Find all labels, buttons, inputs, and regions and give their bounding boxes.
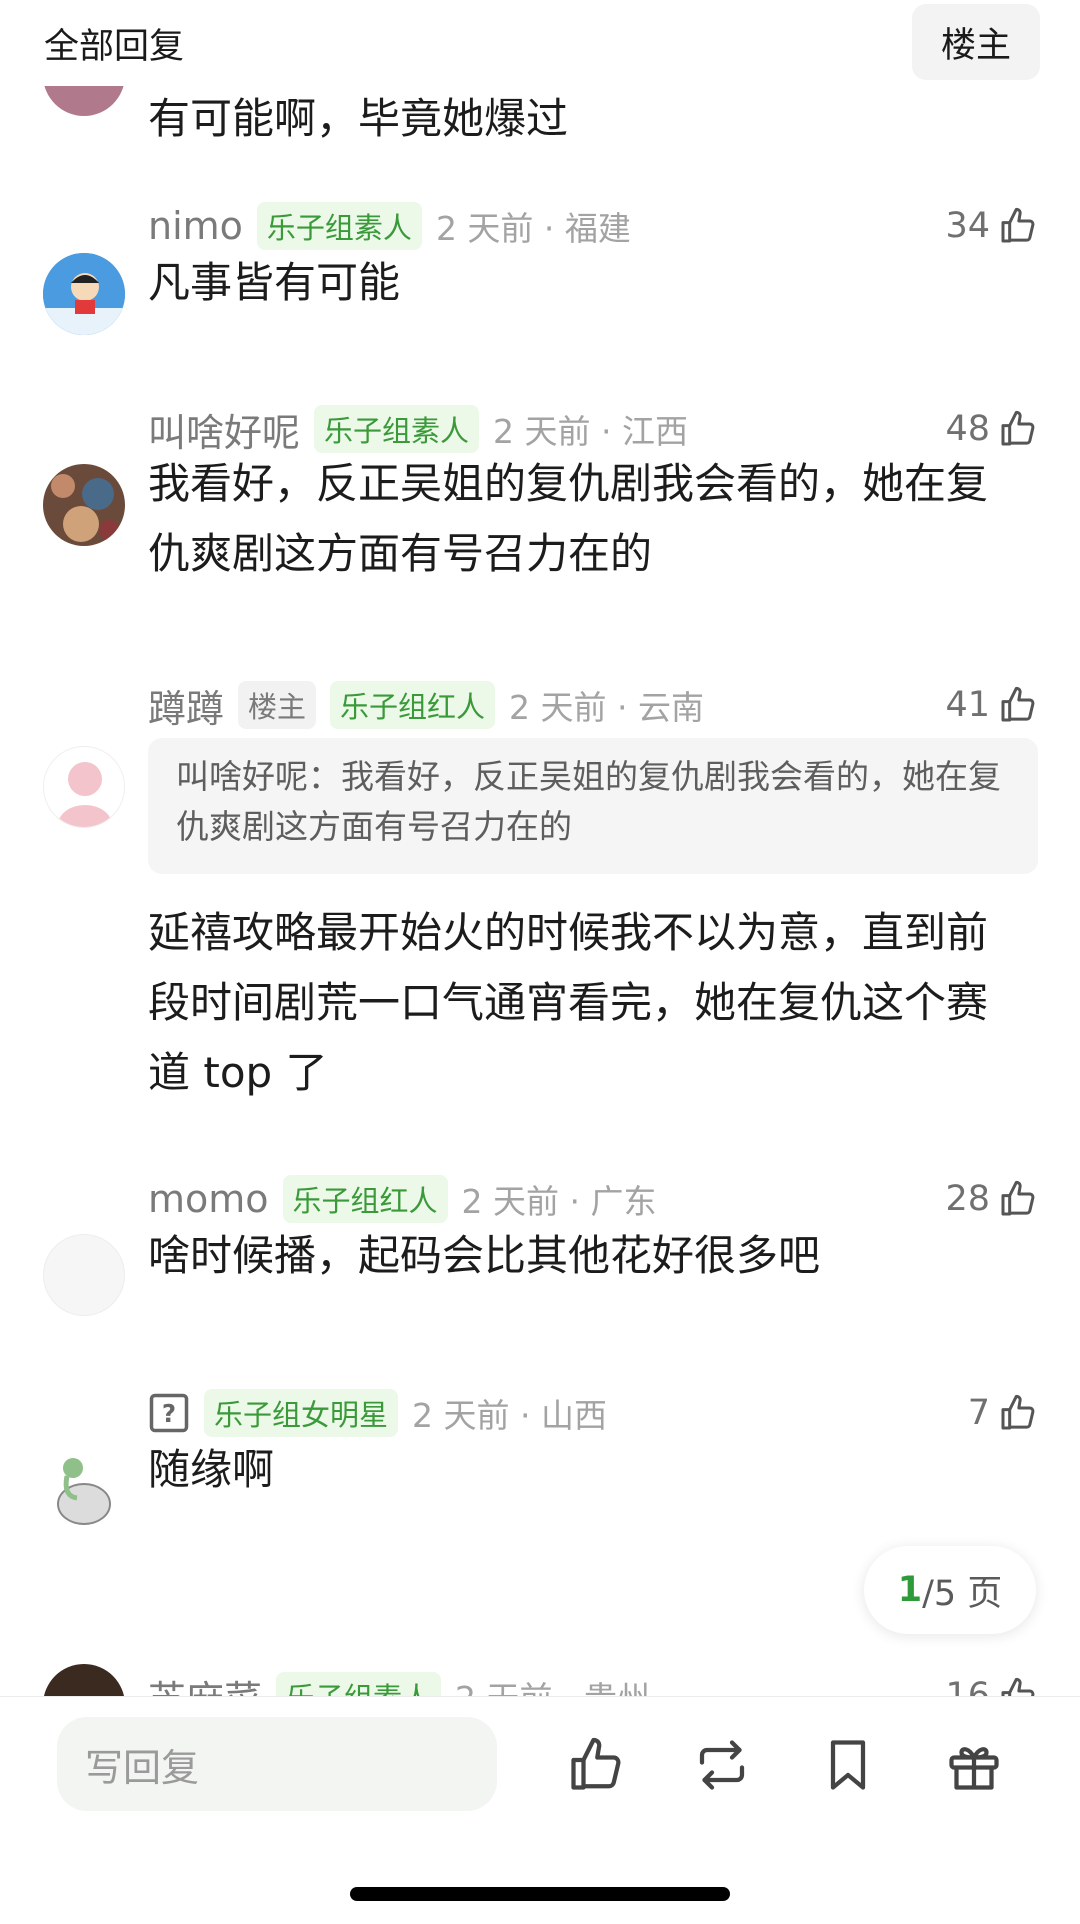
comment-meta: ? 乐子组女明星 2 天前 · 山西 [148,1383,607,1443]
comment-text: 随缘啊 [148,1445,275,1494]
thumbs-up-icon [1001,1394,1035,1430]
avatar[interactable] [43,1664,125,1696]
unknown-user-icon[interactable]: ? [148,1392,190,1434]
page-indicator[interactable]: 1/5 页 [864,1546,1036,1634]
like-button[interactable]: 16 [945,1666,1038,1696]
thumbs-up-icon [1001,410,1035,446]
like-count: 16 [945,1676,990,1696]
home-indicator [350,1887,730,1901]
timestamp: 2 天前 · 江西 [493,412,688,451]
comment-text: 我看好，反正吴姐的复仇剧我会看的，她在复仇爽剧这方面有号召力在的 [148,459,989,578]
comment-meta: 蹲蹲 楼主 乐子组红人 2 天前 · 云南 [148,675,704,735]
comment-text: 有可能啊，毕竟她爆过 [148,94,569,143]
gift-icon[interactable] [944,1735,1004,1795]
timestamp: 2 天前 · 云南 [509,688,705,727]
user-tag: 乐子组素人 [276,1672,442,1696]
bottom-action-bar: 写回复 [0,1696,1080,1924]
like-button[interactable]: 28 [945,1169,1038,1229]
thumbs-up-icon[interactable] [566,1735,626,1795]
avatar[interactable] [43,253,125,335]
reply-input[interactable]: 写回复 [57,1717,497,1811]
like-button[interactable]: 34 [945,196,1038,256]
user-tag: 乐子组女明星 [204,1389,399,1437]
avatar[interactable] [43,1446,125,1528]
username[interactable]: momo [148,1177,269,1221]
comment-text: 延禧攻略最开始火的时候我不以为意，直到前段时间剧荒一口气通宵看完，她在复仇这个赛… [148,908,989,1097]
like-button[interactable]: 41 [945,675,1038,735]
like-count: 34 [945,206,990,246]
like-count: 28 [945,1179,990,1219]
owner-badge: 楼主 [238,681,317,729]
like-count: 48 [945,409,990,449]
username[interactable]: nimo [148,204,243,248]
avatar[interactable] [43,86,125,116]
quoted-reply[interactable]: 叫啥好呢：我看好，反正吴姐的复仇剧我会看的，她在复仇爽剧这方面有号召力在的 [148,738,1038,874]
svg-text:?: ? [162,1399,176,1428]
username[interactable]: 蹲蹲 [148,678,224,733]
user-tag: 乐子组素人 [314,405,480,453]
username[interactable]: 芝麻菜 [148,1669,262,1697]
timestamp: 2 天前 · 福建 [435,209,631,248]
timestamp: 2 天前 · 贵州 [455,1672,650,1696]
like-count: 7 [967,1393,990,1433]
thumbs-up-icon [1001,1180,1035,1216]
current-page: 1 [897,1570,923,1610]
comment-meta: nimo 乐子组素人 2 天前 · 福建 [148,196,631,256]
repost-icon[interactable] [692,1735,752,1795]
user-tag: 乐子组红人 [282,1175,448,1223]
comment-text: 啥时候播，起码会比其他花好很多吧 [148,1231,821,1280]
timestamp: 2 天前 · 广东 [461,1182,657,1221]
user-tag: 乐子组红人 [330,681,496,729]
avatar[interactable] [43,746,125,828]
bookmark-icon[interactable] [818,1735,878,1795]
thumbs-up-icon [1001,207,1035,243]
thumbs-up-icon [1001,1677,1035,1696]
comment-text: 凡事皆有可能 [148,258,401,307]
timestamp: 2 天前 · 山西 [412,1396,607,1435]
thumbs-up-icon [1001,686,1035,722]
like-count: 41 [945,685,990,725]
comment-meta: momo 乐子组红人 2 天前 · 广东 [148,1169,657,1229]
avatar[interactable] [43,464,125,546]
user-tag: 乐子组素人 [256,202,422,250]
like-button[interactable]: 7 [968,1383,1038,1443]
total-pages: /5 页 [922,1573,1003,1614]
comment-meta: 芝麻菜 乐子组素人 2 天前 · 贵州 [148,1666,650,1696]
page-title: 全部回复 [44,27,185,67]
header: 全部回复 楼主 [0,0,1080,86]
avatar[interactable] [43,1234,125,1316]
owner-only-button[interactable]: 楼主 [912,4,1040,80]
reply-list: 有可能啊，毕竟她爆过 nimo 乐子组素人 2 天前 · 福建 34 凡事皆有可… [0,86,1080,1696]
